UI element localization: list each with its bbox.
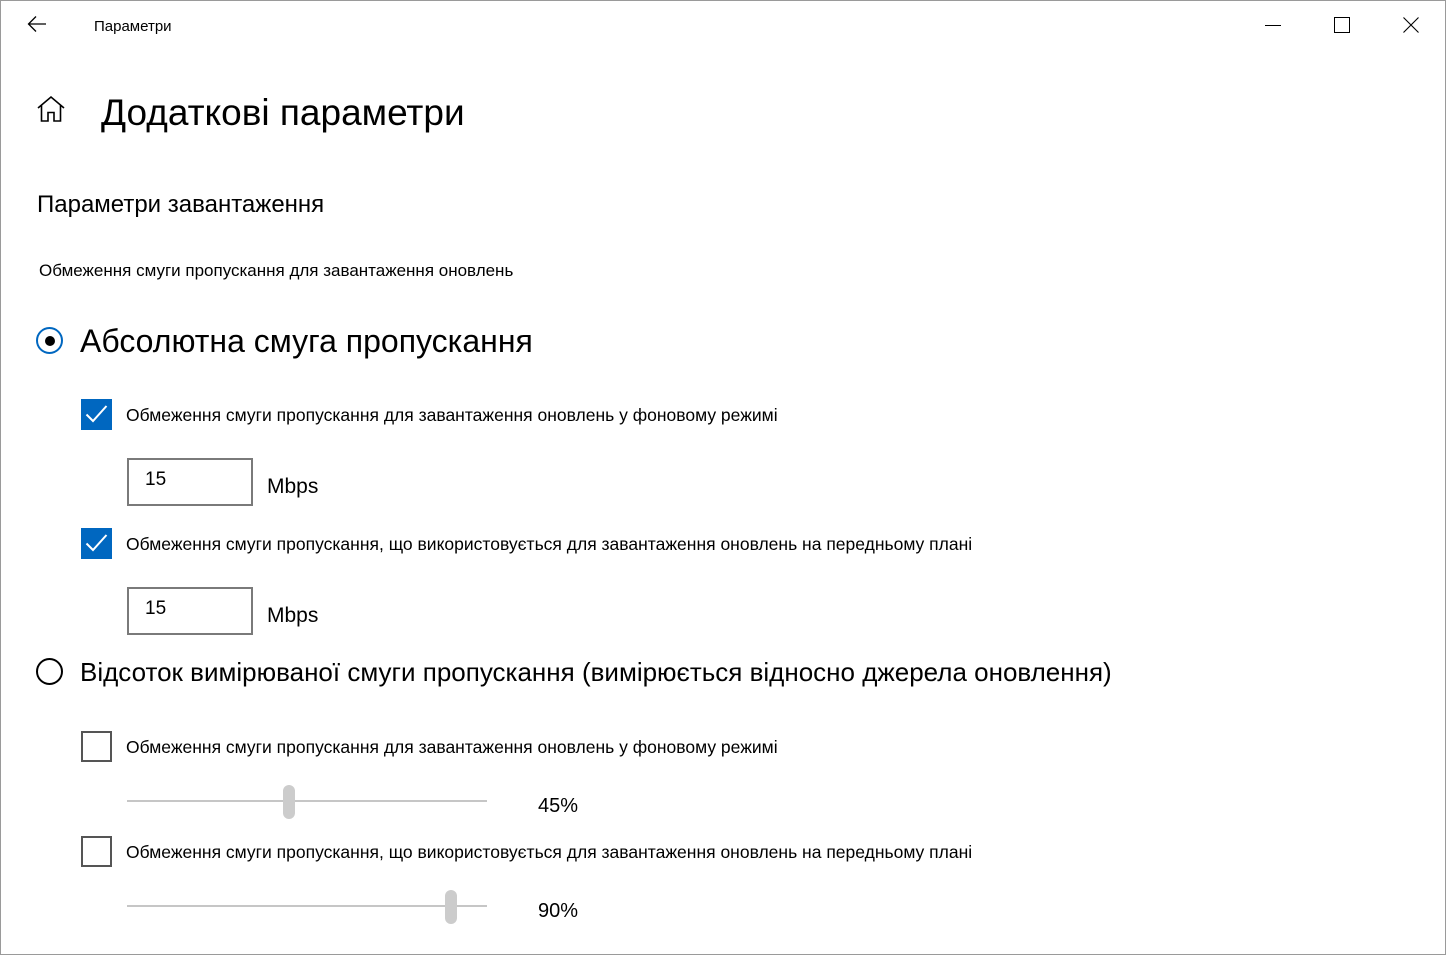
- absolute-foreground-mbps-input[interactable]: [127, 587, 253, 635]
- radio-dot: [44, 335, 55, 346]
- title-bar: Параметри: [1, 1, 1445, 51]
- settings-window: Параметри Додаткові параметри Параметри …: [0, 0, 1446, 955]
- slider-thumb[interactable]: [445, 890, 457, 924]
- absolute-background-unit: Mbps: [267, 475, 319, 498]
- slider-track: [127, 800, 487, 802]
- back-button[interactable]: [19, 9, 55, 41]
- percentage-background-checkbox[interactable]: [81, 731, 112, 762]
- slider-thumb[interactable]: [283, 785, 295, 819]
- page-title: Додаткові параметри: [101, 92, 465, 133]
- percentage-foreground-slider[interactable]: [127, 890, 487, 926]
- percentage-foreground-value: 90%: [538, 900, 579, 922]
- home-button[interactable]: [33, 93, 69, 129]
- absolute-foreground-label: Обмеження смуги пропускання, що використ…: [126, 534, 973, 554]
- absolute-bandwidth-label: Абсолютна смуга пропускання: [80, 323, 533, 359]
- maximize-button[interactable]: [1308, 1, 1376, 49]
- absolute-background-checkbox[interactable]: [81, 399, 112, 430]
- percentage-background-label: Обмеження смуги пропускання для завантаж…: [126, 737, 778, 757]
- percentage-background-slider[interactable]: [127, 785, 487, 821]
- home-icon: [37, 95, 65, 122]
- section-title: Параметри завантаження: [37, 191, 325, 218]
- absolute-foreground-checkbox[interactable]: [81, 528, 112, 559]
- radio-unselected-indicator[interactable]: [36, 658, 63, 685]
- slider-track: [127, 905, 487, 907]
- minimize-icon: [1265, 25, 1281, 26]
- close-icon: [1403, 17, 1419, 33]
- checkmark-icon: [85, 534, 108, 552]
- app-title: Параметри: [94, 18, 172, 35]
- maximize-icon: [1334, 17, 1350, 33]
- section-subtitle: Обмеження смуги пропускання для завантаж…: [39, 261, 514, 280]
- absolute-background-label: Обмеження смуги пропускання для завантаж…: [126, 405, 778, 425]
- radio-selected-indicator[interactable]: [36, 327, 63, 354]
- minimize-button[interactable]: [1239, 1, 1307, 49]
- percentage-foreground-checkbox[interactable]: [81, 836, 112, 867]
- percentage-foreground-label: Обмеження смуги пропускання, що використ…: [126, 842, 973, 862]
- absolute-background-mbps-input[interactable]: [127, 458, 253, 506]
- percentage-background-value: 45%: [538, 795, 579, 817]
- percentage-bandwidth-label: Відсоток вимірюваної смуги пропускання (…: [80, 657, 1112, 687]
- absolute-foreground-unit: Mbps: [267, 604, 319, 627]
- close-button[interactable]: [1377, 1, 1445, 49]
- back-arrow-icon: [27, 16, 46, 32]
- checkmark-icon: [85, 405, 108, 423]
